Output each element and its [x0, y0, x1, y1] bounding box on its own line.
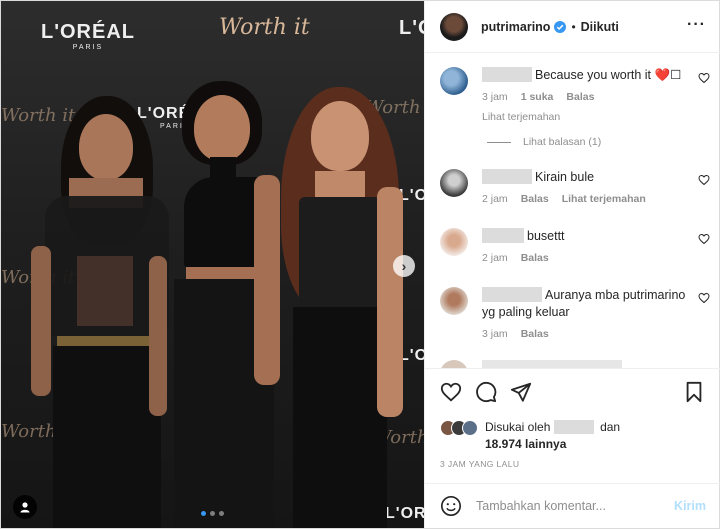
comment-meta: 3 jam Balas: [482, 326, 692, 343]
person-right: [271, 87, 411, 528]
comment-reply-button[interactable]: Balas: [521, 326, 549, 343]
see-translation-link[interactable]: Lihat terjemahan: [482, 109, 692, 126]
person-middle: [166, 81, 286, 528]
more-options-icon[interactable]: ···: [687, 17, 706, 33]
liker-avatar: [462, 420, 478, 436]
post-header: putrimarino • Diikuti ···: [425, 1, 720, 53]
comment-text: Kirain bule: [535, 170, 595, 184]
carousel-dot: [201, 511, 206, 516]
comment-time: 3 jam: [482, 91, 508, 103]
view-replies-label: Lihat balasan (1): [523, 136, 602, 148]
view-replies-link[interactable]: Lihat balasan (1): [487, 136, 601, 148]
comment-meta: 2 jam Balas Lihat terjemahan: [482, 191, 692, 208]
owner-avatar[interactable]: [440, 12, 468, 41]
comment-bubble-icon[interactable]: [475, 381, 497, 403]
comments-list[interactable]: Because you worth it ❤️☐ 3 jam 1 suka Ba…: [425, 54, 720, 368]
likes-prefix: Disukai oleh: [485, 420, 551, 434]
likes-text: Disukai oleh dan 18.974 lainnya: [485, 419, 620, 453]
commenter-username-redacted[interactable]: [482, 169, 532, 184]
carousel-indicator: [201, 511, 224, 516]
bookmark-save-icon[interactable]: [683, 381, 705, 403]
comment-reply-button[interactable]: Balas: [566, 89, 594, 106]
commenter-username-redacted[interactable]: [482, 228, 524, 243]
comment-like-heart-icon[interactable]: [698, 233, 710, 245]
post-side-panel: putrimarino • Diikuti ··· Because you wo…: [424, 1, 720, 528]
comment-reply-button[interactable]: Balas: [521, 191, 549, 208]
comment-text: Because you worth it ❤️☐: [535, 68, 682, 82]
commenter-avatar[interactable]: [440, 360, 468, 368]
see-translation-link[interactable]: Lihat terjemahan: [562, 191, 646, 208]
comment-input[interactable]: [476, 499, 656, 513]
user-icon: [20, 502, 30, 513]
commenter-avatar[interactable]: [440, 228, 468, 256]
likes-count-link[interactable]: 18.974 lainnya: [485, 437, 566, 451]
likes-summary: Disukai oleh dan 18.974 lainnya: [440, 419, 710, 453]
commenter-avatar[interactable]: [440, 169, 468, 197]
comment-like-heart-icon[interactable]: [698, 292, 710, 304]
backdrop-brand-logo: L'ORÉAL PARIS: [41, 21, 135, 51]
commenter-username-redacted[interactable]: [482, 287, 542, 302]
backdrop-brand-logo: L'ORÉAL: [399, 17, 424, 39]
comment-reply-button[interactable]: Balas: [521, 250, 549, 267]
comment-like-heart-icon[interactable]: [698, 72, 710, 84]
emoji-icon[interactable]: [440, 495, 462, 517]
comment-text-partial: [482, 360, 622, 368]
commenter-avatar[interactable]: [440, 67, 468, 95]
replies-line: [487, 141, 511, 143]
liker-avatars: [440, 420, 478, 436]
header-separator: •: [571, 19, 576, 34]
commenter-username-redacted[interactable]: [482, 67, 532, 82]
carousel-dot: [219, 511, 224, 516]
comment-time: 3 jam: [482, 328, 508, 340]
post-actions: Disukai oleh dan 18.974 lainnya 3 JAM YA…: [425, 368, 720, 473]
post-comment-button[interactable]: Kirim: [674, 499, 706, 513]
backdrop-script-logo: Worth it: [219, 15, 310, 40]
comment-text: busettt: [527, 229, 565, 243]
commenter-avatar[interactable]: [440, 287, 468, 315]
carousel-next-button[interactable]: ›: [393, 255, 415, 277]
post-photo[interactable]: L'ORÉALPARIS Worth it L'ORÉAL Worth it L…: [1, 1, 424, 528]
owner-username[interactable]: putrimarino: [481, 20, 550, 34]
comment-likes[interactable]: 1 suka: [521, 89, 554, 106]
carousel-dot: [210, 511, 215, 516]
share-send-icon[interactable]: [510, 381, 532, 403]
post-timestamp[interactable]: 3 JAM YANG LALU: [440, 459, 519, 469]
comment-meta: 3 jam 1 suka Balas: [482, 89, 692, 106]
follow-status-button[interactable]: Diikuti: [581, 20, 619, 34]
likes-conjunction: dan: [600, 420, 621, 434]
comment-time: 2 jam: [482, 193, 508, 205]
comment-time: 2 jam: [482, 252, 508, 264]
user-tags-button[interactable]: [13, 495, 37, 519]
comment-like-heart-icon[interactable]: [698, 174, 710, 186]
like-heart-icon[interactable]: [440, 381, 462, 403]
comment-meta: 2 jam Balas: [482, 250, 692, 267]
liker-username-redacted[interactable]: [553, 420, 594, 434]
person-left: [31, 96, 181, 528]
add-comment-bar: Kirim: [425, 483, 720, 528]
verified-badge-icon: [554, 20, 567, 33]
